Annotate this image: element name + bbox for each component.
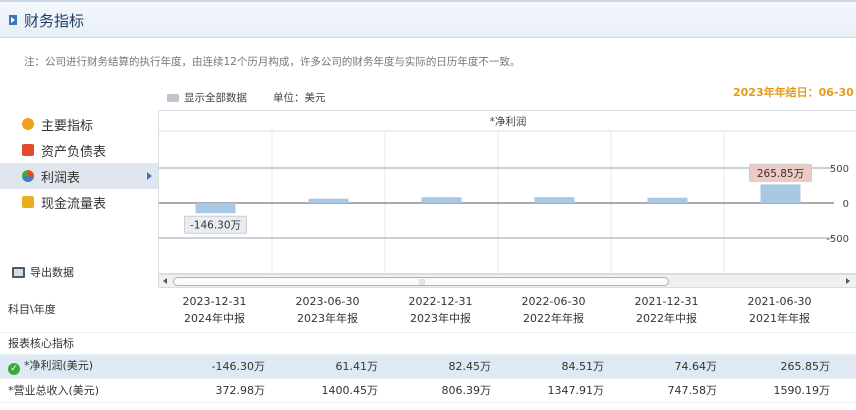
chart-title: *净利润 — [490, 115, 527, 128]
data-label: -146.30万 — [190, 220, 241, 232]
chart-svg: *净利润 500 0 -500 -146.30万 265.85万 — [159, 115, 856, 275]
section-marker-icon — [9, 15, 17, 25]
unit-label: 单位：美元 — [273, 92, 326, 104]
row-label: *净利润(美元) — [24, 359, 94, 372]
financial-table: 科目\年度 2023-12-31 2024年中报 2023-06-30 2023年年… — [0, 288, 856, 403]
section-label: 报表核心指标 — [0, 332, 158, 355]
chart-scrollbar[interactable]: ||| — [158, 274, 856, 288]
sidebar-item-main-indicators[interactable]: 主要指标 — [0, 111, 158, 137]
table-cell: 1347.91万 — [497, 378, 610, 403]
flower-icon — [22, 118, 34, 130]
column-header: 2022-12-31 2023年中报 — [384, 288, 497, 333]
fiscal-note: 注：公司进行财务结算的执行年度，由连续12个历月构成，许多公司的财务年度与实际的… — [24, 56, 521, 68]
show-all-data-toggle[interactable]: 显示全部数据 — [167, 90, 247, 105]
sidebar-item-label: 资产负债表 — [41, 144, 107, 160]
sidebar-item-balance-sheet[interactable]: 资产负债表 — [0, 137, 158, 163]
y-tick-label: 500 — [830, 164, 849, 175]
column-header: 2021-12-31 2022年中报 — [610, 288, 723, 333]
table-cell: 61.41万 — [271, 354, 384, 379]
y-tick-label: 0 — [843, 199, 849, 210]
sidebar-item-cash-flow[interactable]: 现金流量表 — [0, 189, 158, 215]
table-row-net-profit[interactable]: ✓ *净利润(美元) -146.30万 61.41万 82.45万 84.51万 … — [0, 354, 856, 379]
table-cell: 1590.19万 — [723, 378, 836, 403]
y-tick-label: -500 — [826, 234, 849, 245]
corner-header: 科目\年度 — [0, 288, 158, 333]
pie-icon — [22, 170, 34, 182]
bar — [534, 197, 575, 203]
active-arrow-icon — [147, 172, 152, 180]
export-data-button[interactable]: 导出数据 — [12, 264, 74, 280]
table-cell: 265.85万 — [723, 354, 836, 379]
document-icon — [22, 144, 34, 156]
export-label: 导出数据 — [30, 266, 74, 279]
bar — [308, 198, 349, 203]
export-icon — [12, 266, 25, 278]
scroll-right-icon[interactable] — [846, 278, 850, 284]
check-icon: ✓ — [8, 363, 20, 375]
cash-icon — [22, 196, 34, 208]
column-header: 2022-06-30 2022年年报 — [497, 288, 610, 333]
table-cell: 372.98万 — [158, 378, 271, 403]
table-cell: 84.51万 — [497, 354, 610, 379]
sidebar-item-label: 现金流量表 — [41, 196, 107, 212]
page-title: 财务指标 — [24, 12, 85, 30]
table-cell: 806.39万 — [384, 378, 497, 403]
bar — [760, 184, 801, 203]
data-label: 265.85万 — [757, 168, 804, 180]
page-header: 财务指标 — [0, 0, 856, 38]
column-header: 2023-12-31 2024年中报 — [158, 288, 271, 333]
column-header: 2023-06-30 2023年年报 — [271, 288, 384, 333]
column-header: 2021-06-30 2021年年报 — [723, 288, 836, 333]
table-header-row: 科目\年度 2023-12-31 2024年中报 2023-06-30 2023年年… — [0, 288, 856, 333]
bar — [195, 203, 236, 214]
table-cell: 747.58万 — [610, 378, 723, 403]
bar — [647, 197, 688, 203]
table-cell: 1400.45万 — [271, 378, 384, 403]
scroll-left-icon[interactable] — [163, 278, 167, 284]
scroll-thumb[interactable]: ||| — [173, 277, 669, 286]
sidebar-item-label: 利润表 — [41, 170, 81, 186]
toggle-box-icon — [167, 93, 179, 102]
section-row: 报表核心指标 — [0, 332, 856, 355]
sidebar-item-income-statement[interactable]: 利润表 — [0, 163, 158, 189]
sidebar: 主要指标 资产负债表 利润表 现金流量表 — [0, 111, 158, 215]
table-cell: -146.30万 — [158, 354, 271, 379]
row-label: *营业总收入(美元) — [0, 378, 158, 403]
show-all-label: 显示全部数据 — [184, 92, 247, 104]
grip-icon: ||| — [419, 279, 426, 286]
table-cell: 82.45万 — [384, 354, 497, 379]
table-row-revenue[interactable]: *营业总收入(美元) 372.98万 1400.45万 806.39万 1347… — [0, 378, 856, 403]
net-profit-chart: *净利润 500 0 -500 -146.30万 265.85万 — [158, 110, 856, 275]
fiscal-year-end: 2023年年结日：06-30 — [733, 86, 854, 99]
sidebar-item-label: 主要指标 — [41, 118, 94, 134]
table-cell: 74.64万 — [610, 354, 723, 379]
bar — [421, 197, 462, 203]
